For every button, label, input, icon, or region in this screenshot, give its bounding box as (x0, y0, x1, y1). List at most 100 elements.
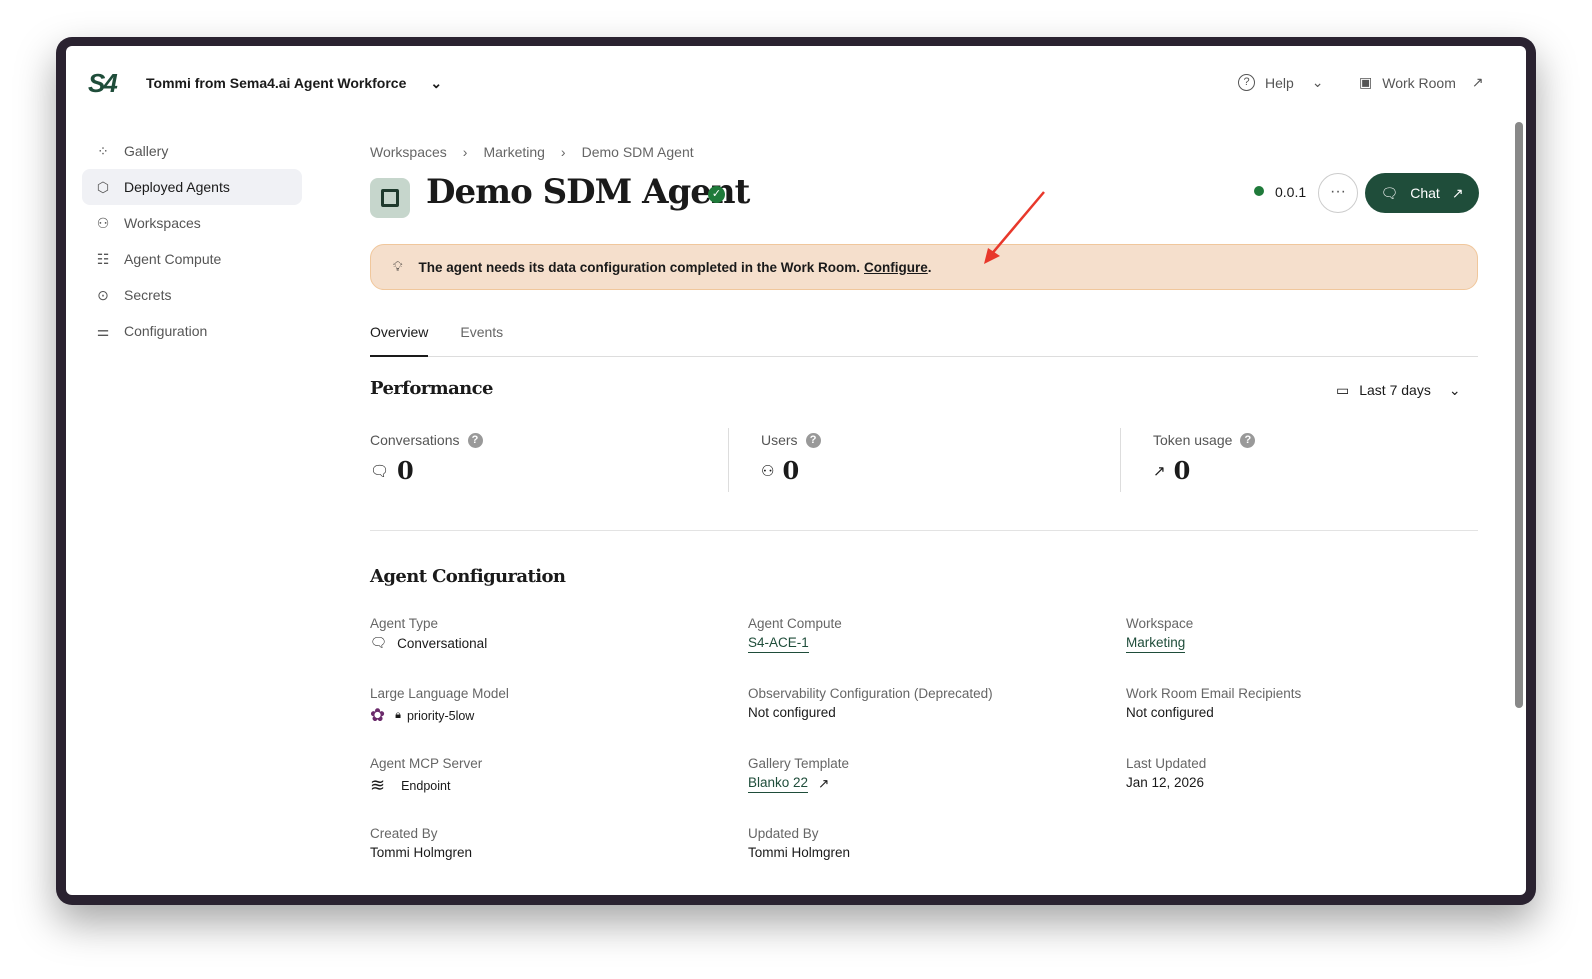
date-range-select[interactable]: ▭ Last 7 days ⌄ (1336, 382, 1461, 399)
date-range-label: Last 7 days (1359, 382, 1431, 398)
sidebar-item-configuration[interactable]: ⚌ Configuration (82, 313, 302, 349)
help-icon[interactable]: ? (805, 432, 821, 448)
field-value: Tommi Holmgren (748, 845, 851, 860)
divider (370, 530, 1478, 531)
breadcrumb-current: Demo SDM Agent (581, 144, 694, 160)
llm-field: Large Language Model ✿ 🔒︎ priority-5low (370, 686, 730, 726)
field-label: Updated By (748, 826, 819, 841)
chevron-down-icon: ⌄ (1448, 382, 1461, 398)
updated-by-field: Updated By Tommi Holmgren (748, 826, 1108, 860)
banner-text: The agent needs its data configuration c… (418, 259, 860, 275)
mcp-icon: ≋ (370, 775, 386, 795)
chat-icon: 🗨 (1380, 184, 1399, 201)
last-updated-field: Last Updated Jan 12, 2026 (1126, 756, 1486, 790)
workspace-title: Tommi from Sema4.ai Agent Workforce (146, 75, 407, 91)
sliders-icon: ⚌ (96, 322, 110, 339)
external-link-icon: ↗ (1451, 184, 1464, 201)
sidebar-item-secrets[interactable]: ⊙ Secrets (82, 277, 302, 313)
email-recipients-field: Work Room Email Recipients Not configured (1126, 686, 1486, 720)
openai-icon: ✿ (370, 705, 386, 725)
sidebar-item-workspaces[interactable]: ⚇ Workspaces (82, 205, 302, 241)
lock-icon: 🔒︎ (395, 709, 401, 721)
tab-events[interactable]: Events (460, 322, 503, 357)
workspace-switcher[interactable]: Tommi from Sema4.ai Agent Workforce ⌄ (146, 75, 442, 92)
sidebar-item-label: Configuration (124, 323, 208, 339)
metric-users: Users? ⚇ 0 (761, 432, 1121, 496)
gallery-icon: ⁘ (97, 142, 109, 159)
help-icon: ? (1238, 74, 1255, 91)
breadcrumb: Workspaces › Marketing › Demo SDM Agent (370, 144, 694, 160)
field-label: Workspace (1126, 616, 1194, 631)
app-window: S4 Tommi from Sema4.ai Agent Workforce ⌄ … (66, 46, 1526, 895)
field-value: Conversational (397, 635, 488, 651)
external-link-icon: ↗ (818, 776, 830, 791)
metric-value: 0 (397, 456, 414, 485)
metric-token-usage: Token usage? ↗ 0 (1153, 432, 1513, 496)
workspace-field: Workspace Marketing (1126, 616, 1486, 653)
verified-check-icon: ✓ (708, 186, 725, 203)
sidebar-item-gallery[interactable]: ⁘ Gallery (82, 133, 302, 169)
workspace-link[interactable]: Marketing (1126, 635, 1186, 653)
field-label: Agent Type (370, 616, 439, 631)
help-icon[interactable]: ? (1240, 432, 1256, 448)
field-label: Gallery Template (748, 756, 850, 771)
help-icon[interactable]: ? (467, 432, 483, 448)
field-label: Agent Compute (748, 616, 842, 631)
breadcrumb-marketing[interactable]: Marketing (483, 144, 544, 160)
secret-lock-icon: ⊙ (97, 286, 109, 303)
sema4-logo: S4 (88, 68, 118, 98)
annotation-arrow (984, 191, 1045, 264)
divider (728, 428, 729, 492)
version-label: 0.0.1 (1275, 184, 1307, 200)
sidebar-item-label: Deployed Agents (124, 179, 230, 195)
breadcrumb-workspaces[interactable]: Workspaces (370, 144, 447, 160)
field-value: priority-5low (406, 708, 475, 723)
agent-type-field: Agent Type 🗨 Conversational (370, 616, 730, 651)
server-icon: ☷ (96, 250, 110, 267)
mcp-server-field: Agent MCP Server ≋ Endpoint (370, 756, 730, 796)
divider (1120, 428, 1121, 492)
chevron-down-icon: ⌄ (1311, 74, 1324, 90)
sidebar-item-label: Gallery (124, 143, 169, 159)
chevron-right-icon: › (560, 144, 566, 160)
agent-avatar (370, 178, 410, 218)
field-label: Agent MCP Server (370, 756, 483, 771)
field-value: Not configured (748, 705, 836, 720)
metric-label: Token usage (1153, 432, 1233, 448)
scrollbar[interactable] (1515, 122, 1523, 708)
badge-icon: ▣ (1359, 74, 1373, 90)
observability-field: Observability Configuration (Deprecated)… (748, 686, 1108, 720)
chat-bubble-icon: 🗨 (370, 635, 388, 650)
lightbulb-icon: 💡︎ (393, 259, 403, 274)
chevron-right-icon: › (462, 144, 468, 160)
field-label: Observability Configuration (Deprecated) (748, 686, 993, 701)
tab-bar: Overview Events (370, 322, 1478, 357)
help-menu[interactable]: ? Help ⌄ (1238, 74, 1324, 91)
configure-link[interactable]: Configure (864, 260, 928, 275)
field-label: Last Updated (1126, 756, 1207, 771)
compute-link[interactable]: S4-ACE-1 (748, 635, 809, 653)
agent-compute-field: Agent Compute S4-ACE-1 (748, 616, 1108, 653)
tab-overview[interactable]: Overview (370, 322, 429, 357)
work-room-link[interactable]: ▣ Work Room ↗ (1359, 74, 1484, 91)
field-label: Created By (370, 826, 438, 841)
agent-configuration-heading: Agent Configuration (370, 566, 566, 587)
configuration-banner: 💡︎ The agent needs its data configuratio… (370, 244, 1478, 290)
hexagon-icon: ⬡ (96, 178, 110, 195)
field-label: Work Room Email Recipients (1126, 686, 1302, 701)
chat-bubble-icon (381, 189, 399, 207)
metric-value: 0 (782, 456, 800, 485)
sidebar-item-label: Agent Compute (124, 251, 222, 267)
metric-label: Conversations (370, 432, 460, 448)
gallery-template-field: Gallery Template Blanko 22 ↗ (748, 756, 1108, 793)
chat-button[interactable]: 🗨 Chat ↗ (1365, 173, 1479, 213)
template-link[interactable]: Blanko 22 (748, 775, 809, 793)
sidebar-item-deployed-agents[interactable]: ⬡ Deployed Agents (82, 169, 302, 205)
sidebar-item-agent-compute[interactable]: ☷ Agent Compute (82, 241, 302, 277)
banner-suffix: . (927, 259, 932, 275)
external-link-icon: ↗ (1471, 74, 1484, 90)
users-icon: ⚇ (96, 214, 110, 231)
field-value: Not configured (1126, 705, 1214, 720)
status-dot (1254, 186, 1264, 196)
more-options-button[interactable]: ··· (1318, 173, 1358, 213)
